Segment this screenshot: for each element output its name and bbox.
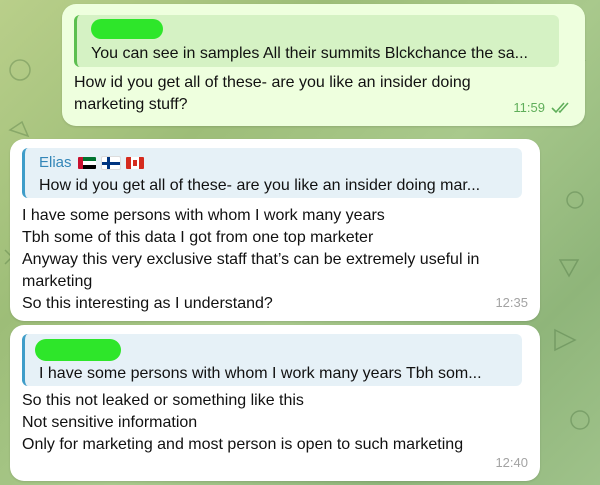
message-text-line: Only for marketing and most person is op… bbox=[22, 436, 464, 453]
outgoing-message[interactable]: You can see in samples All their summits… bbox=[62, 4, 585, 126]
reply-quote[interactable]: Elias How id you get all of these- are y… bbox=[22, 148, 522, 198]
incoming-message[interactable]: I have some persons with whom I work man… bbox=[10, 325, 540, 481]
reply-quote-text: How id you get all of these- are you lik… bbox=[39, 177, 481, 194]
message-text-line: Anyway this very exclusive staff that’s … bbox=[22, 251, 480, 268]
message-text-line: So this not leaked or something like thi… bbox=[22, 392, 304, 409]
message-text-line: marketing bbox=[22, 273, 93, 290]
redacted-sender-name bbox=[35, 339, 121, 361]
message-meta: 12:35 bbox=[495, 292, 528, 313]
message-text-line: I have some persons with whom I work man… bbox=[22, 207, 385, 224]
message-time: 11:59 bbox=[513, 100, 545, 115]
reply-quote-text: You can see in samples All their summits… bbox=[91, 45, 528, 62]
flag-finland-icon bbox=[100, 155, 121, 170]
reply-quote-text: I have some persons with whom I work man… bbox=[39, 365, 482, 382]
message-text-line: Not sensitive information bbox=[22, 414, 198, 431]
sender-name-row: Elias bbox=[39, 152, 144, 173]
message-time: 12:35 bbox=[495, 295, 528, 310]
message-text-line: So this interesting as I understand? bbox=[22, 295, 273, 312]
double-check-icon bbox=[551, 101, 569, 113]
reply-quote[interactable]: You can see in samples All their summits… bbox=[74, 15, 559, 67]
flag-uae-icon bbox=[77, 156, 96, 169]
redacted-sender-name bbox=[91, 19, 163, 39]
sender-name[interactable]: Elias bbox=[39, 152, 72, 173]
message-text-line: marketing stuff? bbox=[74, 96, 188, 113]
message-meta: 12:40 bbox=[495, 452, 528, 473]
incoming-message[interactable]: Elias How id you get all of these- are y… bbox=[10, 139, 540, 321]
message-meta: 11:59 bbox=[513, 97, 573, 118]
message-text-line: Tbh some of this data I got from one top… bbox=[22, 229, 374, 246]
reply-quote[interactable]: I have some persons with whom I work man… bbox=[22, 334, 522, 386]
flag-canada-icon bbox=[125, 156, 144, 169]
message-text-line: How id you get all of these- are you lik… bbox=[74, 74, 471, 91]
message-time: 12:40 bbox=[495, 455, 528, 470]
